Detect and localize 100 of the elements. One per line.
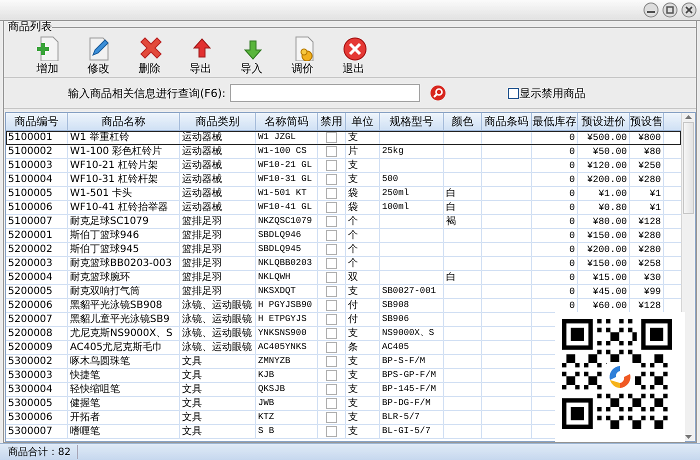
- checkbox[interactable]: [326, 398, 337, 409]
- toolbar-button[interactable]: 导出: [175, 35, 226, 77]
- table-cell: YNKSNS900: [256, 327, 318, 340]
- table-cell: 5100003: [6, 159, 68, 172]
- checkbox[interactable]: [326, 272, 337, 283]
- search-field[interactable]: [230, 84, 420, 102]
- search-label: 输入商品相关信息进行查询(F6):: [68, 86, 226, 100]
- maximize-icon[interactable]: [662, 2, 678, 18]
- table-cell: SB908: [380, 299, 444, 312]
- table-cell: 支: [346, 425, 380, 438]
- checkbox[interactable]: [326, 314, 337, 325]
- column-header[interactable]: 颜色: [444, 113, 482, 130]
- checkbox[interactable]: [326, 244, 337, 255]
- checkbox[interactable]: [508, 88, 519, 98]
- table-cell: BL-GI-5/7: [380, 425, 444, 438]
- scrollbar-thumb[interactable]: [683, 122, 694, 214]
- search-icon[interactable]: [430, 85, 446, 101]
- checkbox[interactable]: [326, 202, 337, 213]
- table-cell: NKZQSC1079: [256, 215, 318, 228]
- table-cell: 快捷笔: [68, 369, 180, 382]
- table-cell: 白: [444, 201, 482, 214]
- scroll-down-icon[interactable]: [684, 432, 693, 441]
- table-cell: SBDLQ945: [256, 243, 318, 256]
- table-cell: 运动器械: [180, 145, 256, 158]
- table-cell: 啄木鸟圆珠笔: [68, 355, 180, 368]
- table-cell: WF10-41 GL: [256, 201, 318, 214]
- checkbox[interactable]: [326, 356, 337, 367]
- table-cell: 个: [346, 229, 380, 242]
- column-header[interactable]: 禁用: [318, 113, 346, 130]
- table-cell: 个: [346, 215, 380, 228]
- column-header[interactable]: 商品编号: [6, 113, 68, 130]
- checkbox[interactable]: [326, 426, 337, 437]
- minimize-icon[interactable]: [643, 2, 659, 18]
- checkbox[interactable]: [326, 286, 337, 297]
- toolbar-button[interactable]: 增加: [22, 35, 73, 77]
- column-header[interactable]: 预设进价: [578, 113, 630, 130]
- checkbox[interactable]: [326, 132, 337, 143]
- column-header[interactable]: 最低库存: [532, 113, 578, 130]
- table-cell: ¥45.00: [578, 285, 630, 298]
- table-cell: 0: [532, 187, 578, 200]
- table-cell: 5200008: [6, 327, 68, 340]
- table-cell: 开拓者: [68, 411, 180, 424]
- table-cell: 5200001: [6, 229, 68, 242]
- toolbar-button[interactable]: 导入: [226, 35, 277, 77]
- column-header[interactable]: 单位: [346, 113, 380, 130]
- toolbar-button[interactable]: 删除: [124, 35, 175, 77]
- column-header[interactable]: 名称简码: [256, 113, 318, 130]
- table-cell: 付: [346, 313, 380, 326]
- table-cell: 耐克篮球腕环: [68, 271, 180, 284]
- table-cell: 25kg: [380, 145, 444, 158]
- table-cell: 5100004: [6, 173, 68, 186]
- checkbox[interactable]: [326, 160, 337, 171]
- checkbox[interactable]: [326, 384, 337, 395]
- table-cell: 0: [532, 257, 578, 270]
- checkbox[interactable]: [326, 174, 337, 185]
- table-cell: 文具: [180, 383, 256, 396]
- table-cell: 个: [346, 243, 380, 256]
- checkbox[interactable]: [326, 230, 337, 241]
- column-header[interactable]: 规格型号: [380, 113, 444, 130]
- column-header[interactable]: 商品条码: [482, 113, 532, 130]
- checkbox[interactable]: [326, 146, 337, 157]
- table-cell: 0: [532, 229, 578, 242]
- checkbox[interactable]: [326, 342, 337, 353]
- table-cell: 5200009: [6, 341, 68, 354]
- table-cell: 运动器械: [180, 187, 256, 200]
- item-total: 商品合计：82: [8, 445, 78, 459]
- table-cell: NKLQBB0203: [256, 257, 318, 270]
- table-cell: 运动器械: [180, 173, 256, 186]
- table-cell: 泳镜、运动眼镜: [180, 327, 256, 340]
- column-header[interactable]: 商品类别: [180, 113, 256, 130]
- table-cell: W1-100 彩色杠铃片: [68, 145, 180, 158]
- table-cell: 运动器械: [180, 201, 256, 214]
- table-cell: ¥500.00: [578, 131, 630, 144]
- column-header[interactable]: 预设售: [630, 113, 664, 130]
- table-cell: WF10-31 杠铃杆架: [68, 173, 180, 186]
- table-cell: ¥1: [630, 201, 664, 214]
- table-cell: BP-S-F/M: [380, 355, 444, 368]
- checkbox[interactable]: [326, 258, 337, 269]
- checkbox[interactable]: [326, 370, 337, 381]
- table-cell: 泳镜、运动眼镜: [180, 299, 256, 312]
- checkbox[interactable]: [326, 300, 337, 311]
- table-cell: 0: [532, 145, 578, 158]
- table-cell: ¥258: [630, 257, 664, 270]
- toolbar-button[interactable]: 调价: [277, 35, 328, 77]
- toolbar-button[interactable]: 退出: [328, 35, 379, 77]
- toolbar-button[interactable]: 修改: [73, 35, 124, 77]
- table-cell: 0: [532, 215, 578, 228]
- checkbox[interactable]: [326, 328, 337, 339]
- table-cell: 文具: [180, 411, 256, 424]
- table-cell: W1 JZGL: [256, 131, 318, 144]
- table-cell: 篮排足羽: [180, 271, 256, 284]
- table-cell: 支: [346, 173, 380, 186]
- close-icon[interactable]: [681, 2, 697, 18]
- table-cell: ¥30: [630, 271, 664, 284]
- column-header[interactable]: 商品名称: [68, 113, 180, 130]
- checkbox[interactable]: [326, 412, 337, 423]
- checkbox[interactable]: [326, 216, 337, 227]
- checkbox[interactable]: [326, 188, 337, 199]
- table-cell: 泳镜、运动眼镜: [180, 341, 256, 354]
- table-cell: WF10-21 GL: [256, 159, 318, 172]
